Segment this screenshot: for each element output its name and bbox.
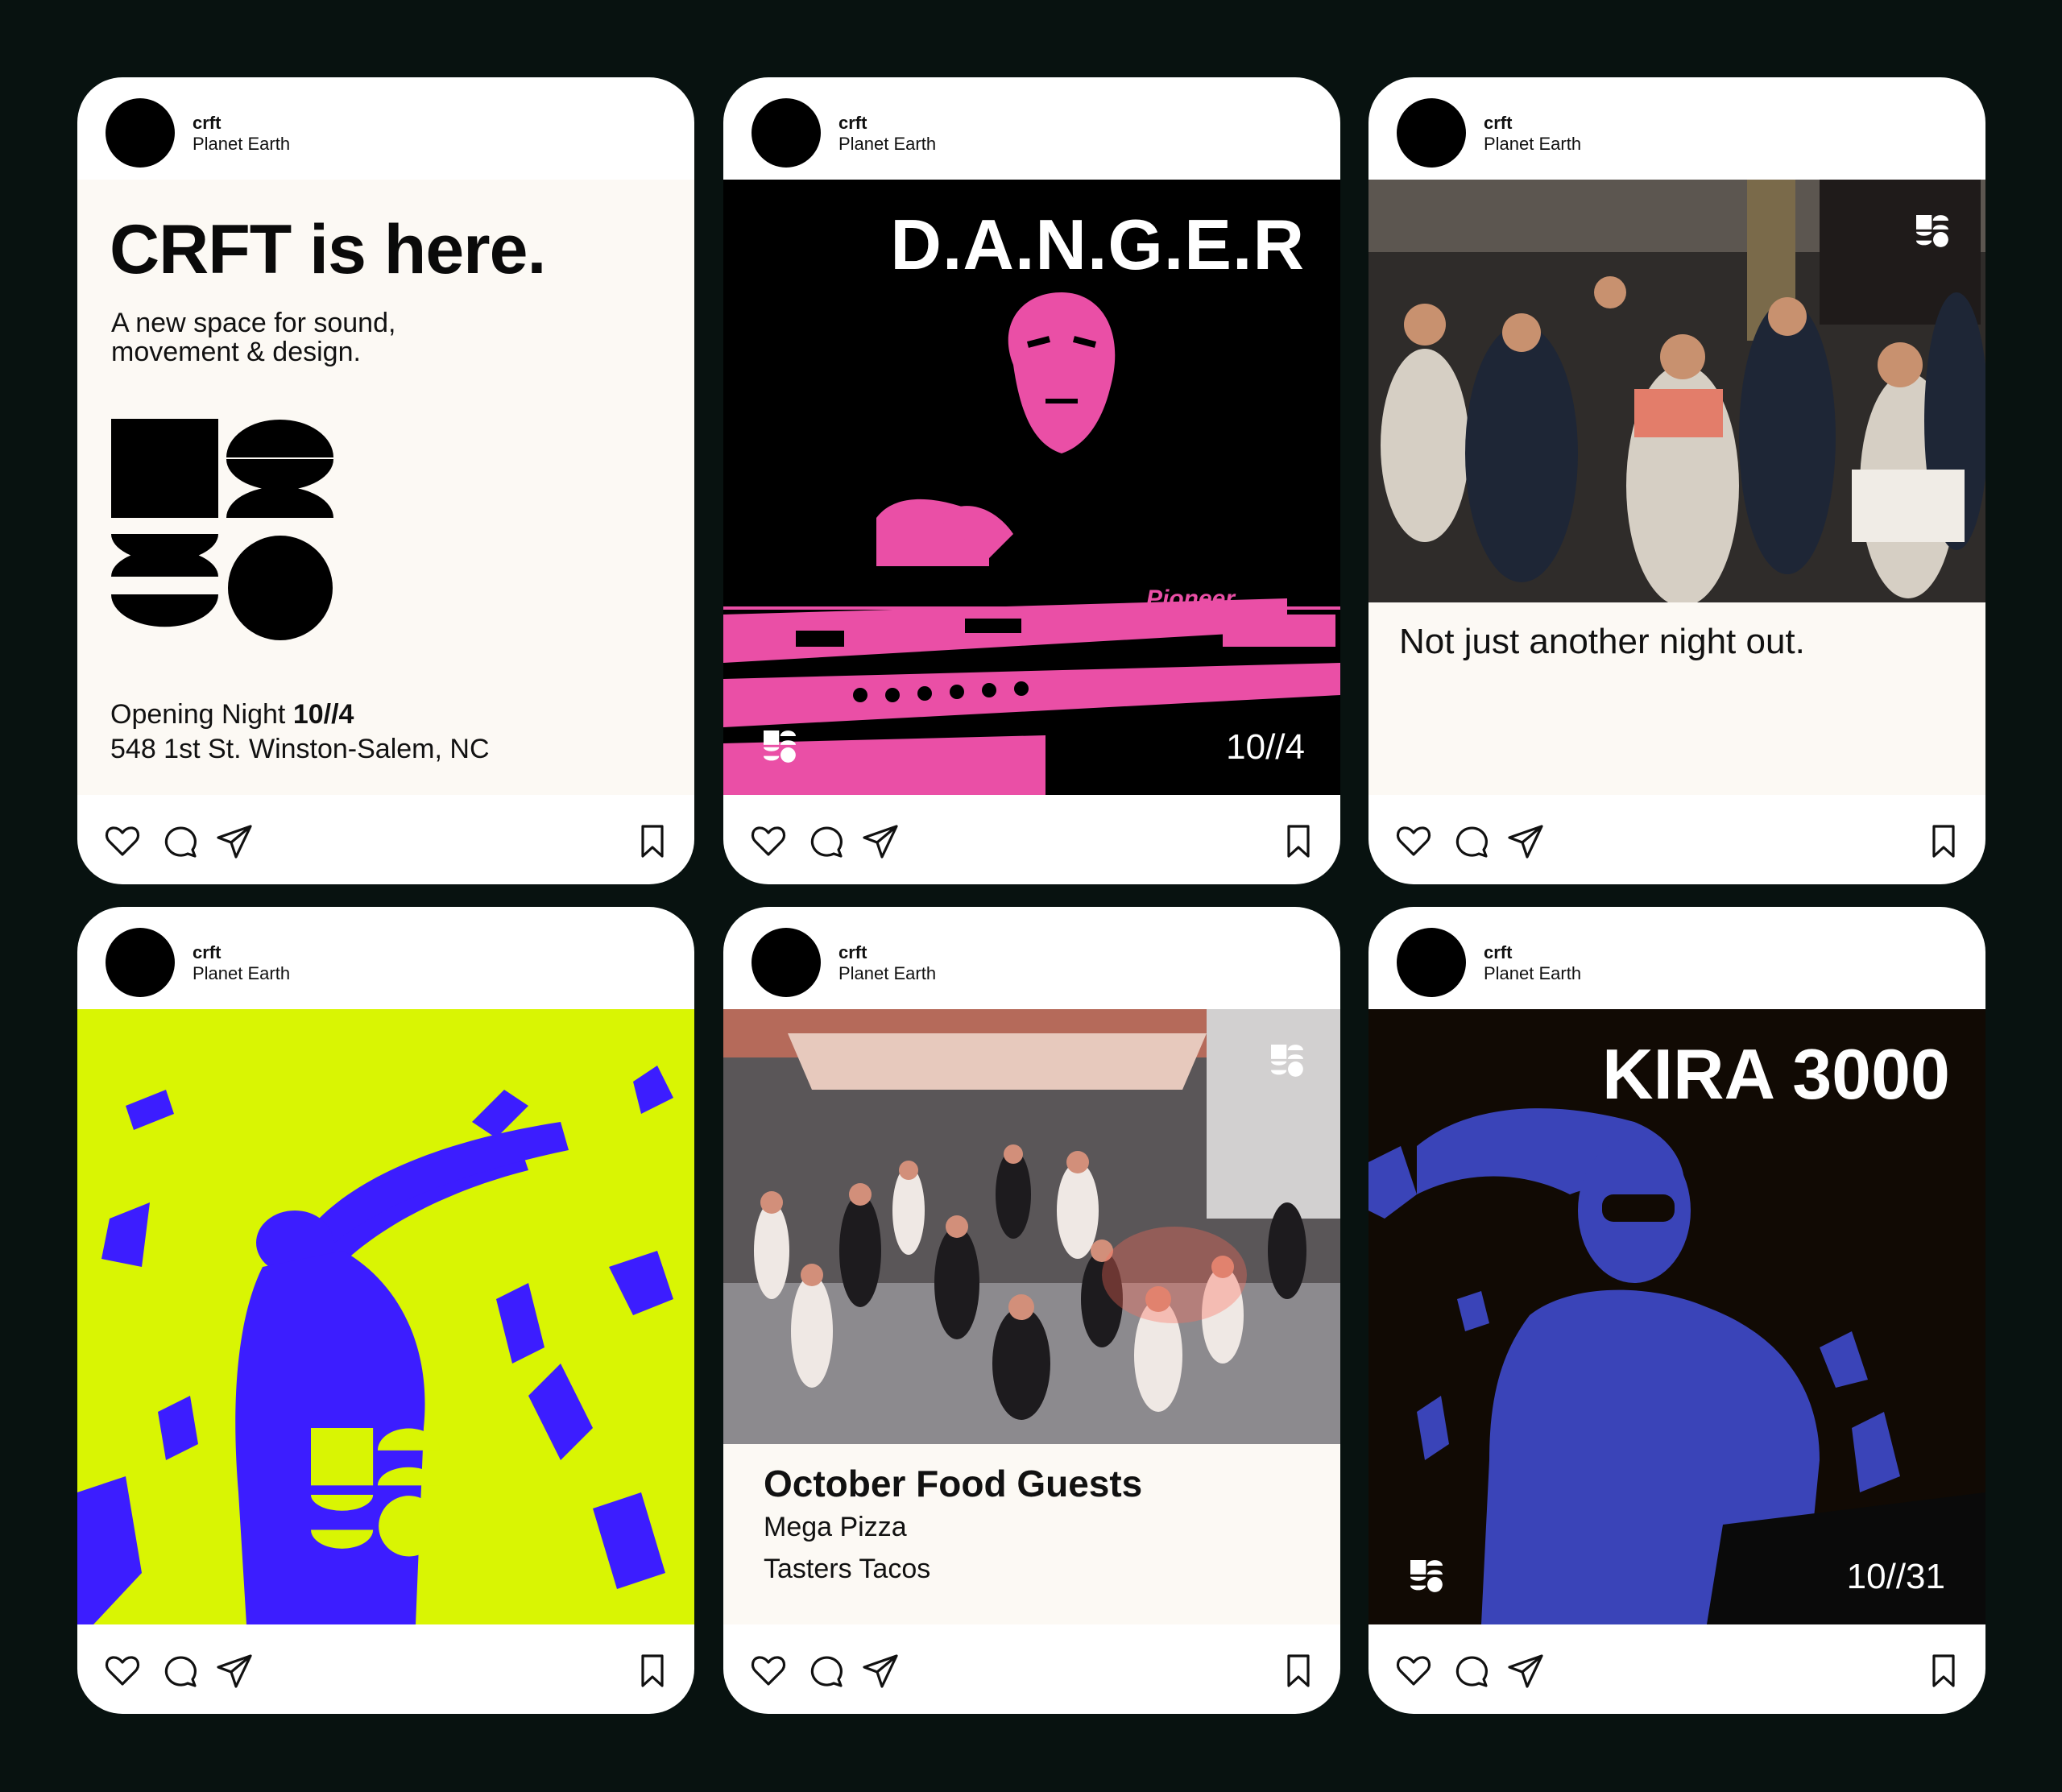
heart-icon[interactable] [103,822,142,860]
post-header: crft Planet Earth [723,907,1340,1009]
heart-icon[interactable] [103,1651,142,1690]
dancer-graphic [77,1066,673,1624]
account-name[interactable]: crft [193,113,221,134]
post-media[interactable]: October Food Guests Mega Pizza Tasters T… [723,1009,1340,1624]
share-icon[interactable] [215,822,254,860]
event-date: 10//31 [1846,1557,1945,1596]
crft-logo-icon [1271,1045,1303,1077]
account-name[interactable]: crft [838,113,867,134]
bookmark-icon[interactable] [633,822,672,860]
bookmark-icon[interactable] [1279,822,1318,860]
post-media[interactable]: CRFT is here. A new space for sound, mov… [77,180,694,795]
location-label[interactable]: Planet Earth [193,134,290,155]
party-photo [1368,180,1985,602]
post-actions [723,1624,1340,1714]
heart-icon[interactable] [1394,1651,1433,1690]
account-name[interactable]: crft [1484,942,1512,963]
bookmark-icon[interactable] [633,1651,672,1690]
post-card-1: crft Planet Earth CRFT is here. A new sp… [77,77,694,884]
food-guests-title: October Food Guests [764,1463,1143,1504]
opening-night-text: Opening Night 10//4 [110,699,354,730]
post-card-2: crft Planet Earth Pioneer D.A.N.G.E.R 10… [723,77,1340,884]
location-label[interactable]: Planet Earth [838,134,936,155]
post-subtitle: A new space for sound, movement & design… [111,308,396,367]
opening-date: 10//4 [292,699,354,730]
post-caption: Not just another night out. [1399,622,1805,661]
account-name[interactable]: crft [1484,113,1512,134]
post-actions [1368,795,1985,884]
post-media[interactable]: KIRA 3000 10//31 [1368,1009,1985,1624]
location-label[interactable]: Planet Earth [1484,963,1581,984]
svg-text:Pioneer: Pioneer [1146,586,1236,612]
avatar[interactable] [106,98,175,168]
post-header: crft Planet Earth [723,77,1340,180]
location-label[interactable]: Planet Earth [838,963,936,984]
post-headline: CRFT is here. [110,211,546,288]
post-media[interactable]: Pioneer D.A.N.G.E.R 10//4 [723,180,1340,795]
bookmark-icon[interactable] [1924,1651,1963,1690]
account-name[interactable]: crft [193,942,221,963]
comment-icon[interactable] [806,1651,845,1690]
event-date: 10//4 [1226,727,1305,767]
share-icon[interactable] [1506,1651,1545,1690]
post-card-4: crft Planet Earth [77,907,694,1714]
comment-icon[interactable] [1451,822,1490,860]
crft-logo-icon [764,730,796,763]
avatar[interactable] [752,928,821,997]
share-icon[interactable] [1506,822,1545,860]
comment-icon[interactable] [806,822,845,860]
caption-area: Not just another night out. [1368,602,1985,795]
caption-area: October Food Guests Mega Pizza Tasters T… [723,1444,1340,1624]
heart-icon[interactable] [749,1651,788,1690]
share-icon[interactable] [861,1651,900,1690]
crft-logo-icon [1916,215,1948,247]
bookmark-icon[interactable] [1924,822,1963,860]
post-actions [723,795,1340,884]
heart-icon[interactable] [749,822,788,860]
post-header: crft Planet Earth [77,907,694,1009]
crft-logo-icon [1410,1560,1443,1592]
event-title: KIRA 3000 [1601,1034,1950,1114]
crft-logo-icon [111,419,333,641]
avatar[interactable] [1397,928,1466,997]
event-title: D.A.N.G.E.R [890,205,1305,284]
crowd-photo [723,1009,1340,1444]
share-icon[interactable] [215,1651,254,1690]
post-header: crft Planet Earth [1368,77,1985,180]
post-card-5: crft Planet Earth October Food Guests Me… [723,907,1340,1714]
food-guest-item: Mega Pizza [764,1512,907,1542]
post-media[interactable] [77,1009,694,1624]
post-card-6: crft Planet Earth KIRA 3000 10//31 [1368,907,1985,1714]
comment-icon[interactable] [1451,1651,1490,1690]
location-label[interactable]: Planet Earth [193,963,290,984]
heart-icon[interactable] [1394,822,1433,860]
comment-icon[interactable] [160,822,199,860]
post-actions [77,795,694,884]
food-guest-item: Tasters Tacos [764,1554,931,1584]
bookmark-icon[interactable] [1279,1651,1318,1690]
post-card-3: crft Planet Earth Not just another night… [1368,77,1985,884]
post-media[interactable]: Not just another night out. [1368,180,1985,795]
post-actions [77,1624,694,1714]
share-icon[interactable] [861,822,900,860]
avatar[interactable] [752,98,821,168]
location-label[interactable]: Planet Earth [1484,134,1581,155]
account-name[interactable]: crft [838,942,867,963]
post-header: crft Planet Earth [77,77,694,180]
address-text: 548 1st St. Winston-Salem, NC [110,734,490,764]
post-actions [1368,1624,1985,1714]
post-header: crft Planet Earth [1368,907,1985,1009]
avatar[interactable] [1397,98,1466,168]
comment-icon[interactable] [160,1651,199,1690]
avatar[interactable] [106,928,175,997]
